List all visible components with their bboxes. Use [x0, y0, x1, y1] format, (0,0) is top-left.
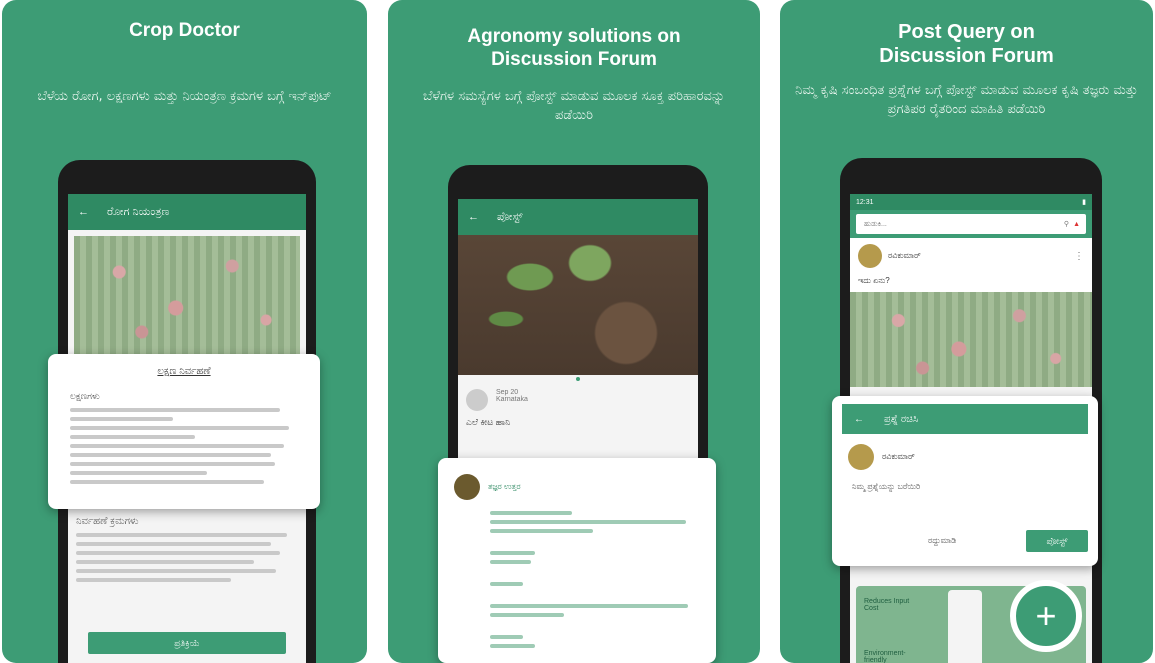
section-heading: ನಿರ್ವಹಣೆ ಕ್ರಮಗಳು: [76, 516, 139, 527]
crop-photo: [458, 235, 698, 375]
status-time: 12:31: [856, 198, 874, 206]
back-arrow-icon[interactable]: ←: [468, 211, 479, 223]
more-options-icon[interactable]: ⋮: [1074, 251, 1084, 262]
dialog-author: ರವಿಕುಮಾರ್: [882, 452, 915, 461]
app-bar: ← ರೋಗ ನಿಯಂತ್ರಣ: [68, 194, 306, 230]
cancel-button[interactable]: ರದ್ದುಮಾಡಿ: [928, 536, 956, 546]
app-bar: ← ಪೋಸ್ಟ್: [458, 199, 698, 235]
promo-panel-agronomy: Agronomy solutions on Discussion Forum ಬ…: [388, 0, 760, 663]
promo-text-1: Reduces Input Cost: [864, 598, 910, 612]
feedback-button[interactable]: ಪ್ರತಿಕ್ರಿಯೆ: [88, 632, 286, 654]
back-arrow-icon[interactable]: ←: [78, 206, 89, 218]
avatar: [848, 444, 874, 470]
query-textarea[interactable]: ನಿಮ್ಮ ಪ್ರಶ್ನೆಯನ್ನು ಬರೆಯಿರಿ: [832, 480, 1098, 494]
management-section: ನಿರ್ವಹಣೆ ಕ್ರಮಗಳು: [76, 516, 298, 587]
create-query-dialog: ← ಪ್ರಶ್ನೆ ರಚಿಸಿ ರವಿಕುಮಾರ್ ನಿಮ್ಮ ಪ್ರಶ್ನೆಯ…: [832, 396, 1098, 566]
post-text: ಇದು ಏನು?: [850, 274, 1092, 292]
battery-icon: ▮: [1082, 199, 1086, 206]
card-title: ಲಕ್ಷಣ ನಿರ್ವಹಣೆ: [157, 366, 211, 377]
post-location: Karnataka: [496, 396, 528, 403]
add-post-fab[interactable]: +: [1010, 580, 1082, 652]
panel-title: Post Query on Discussion Forum: [879, 21, 1054, 67]
filter-icon[interactable]: ▲: [1073, 221, 1080, 228]
disease-photo: [74, 236, 300, 356]
post-question: ಎಲೆ ಕೀಟ ಹಾನಿ: [466, 417, 511, 427]
post-date: Sep 20: [496, 389, 519, 396]
panel-subtitle: ಬೆಳೆಗಳ ಸಮಸ್ಯೆಗಳ ಬಗ್ಗೆ ಪೋಸ್ಟ್ ಮಾಡುವ ಮೂಲಕ …: [423, 89, 725, 123]
panel-title: Crop Doctor: [129, 20, 240, 41]
panel-title: Agronomy solutions on Discussion Forum: [467, 26, 681, 70]
carousel-dots: [458, 375, 698, 383]
panel-subtitle: ಬೆಳೆಯ ರೋಗ, ಲಕ್ಷಣಗಳು ಮತ್ತು ನಿಯಂತ್ರಣ ಕ್ರಮಗ…: [37, 89, 332, 104]
promo-panel-post-query: Post Query on Discussion Forum ನಿಮ್ಮ ಕೃಷ…: [780, 0, 1153, 663]
submit-post-button[interactable]: ಪೋಸ್ಟ್: [1026, 530, 1088, 552]
card-heading: ಲಕ್ಷಣಗಳು: [70, 391, 100, 401]
avatar: [454, 474, 480, 500]
dialog-header: ← ಪ್ರಶ್ನೆ ರಚಿಸಿ: [842, 404, 1088, 434]
avatar: [466, 389, 488, 411]
product-bottle: [948, 590, 982, 663]
dialog-user: ರವಿಕುಮಾರ್: [832, 434, 1098, 480]
reply-card: ತಜ್ಞರ ಉತ್ತರ: [438, 458, 716, 663]
reply-author: ತಜ್ಞರ ಉತ್ತರ: [488, 482, 521, 491]
promo-text-2: Environment-friendly: [864, 650, 906, 663]
promo-panel-crop-doctor: Crop Doctor ಬೆಳೆಯ ರೋಗ, ಲಕ್ಷಣಗಳು ಮತ್ತು ನಿ…: [2, 0, 367, 663]
panel-subtitle: ನಿಮ್ಮ ಕೃಷಿ ಸಂಬಂಧಿತ ಪ್ರಶ್ನೆಗಳ ಬಗ್ಗೆ ಪೋಸ್ಟ…: [795, 83, 1138, 117]
search-icon[interactable]: ⚲: [1064, 220, 1069, 228]
post-header: Sep 20 Karnataka: [458, 383, 698, 417]
status-bar: 12:31 ▮: [850, 194, 1092, 210]
post-photo: [850, 292, 1092, 387]
symptoms-card: ಲಕ್ಷಣ ನಿರ್ವಹಣೆ ಲಕ್ಷಣಗಳು: [48, 354, 320, 509]
back-arrow-icon[interactable]: ←: [854, 414, 864, 425]
app-bar-title: ರೋಗ ನಿಯಂತ್ರಣ: [107, 205, 170, 218]
forum-post-header: ರವಿಕುಮಾರ್ ⋮: [850, 238, 1092, 274]
search-bar-area: ⚲ ▲: [850, 210, 1092, 238]
dialog-title: ಪ್ರಶ್ನೆ ರಚಿಸಿ: [884, 413, 919, 425]
app-bar-title: ಪೋಸ್ಟ್: [497, 210, 523, 223]
search-input[interactable]: [862, 219, 1064, 229]
avatar: [858, 244, 882, 268]
post-author: ರವಿಕುಮಾರ್: [888, 251, 921, 260]
